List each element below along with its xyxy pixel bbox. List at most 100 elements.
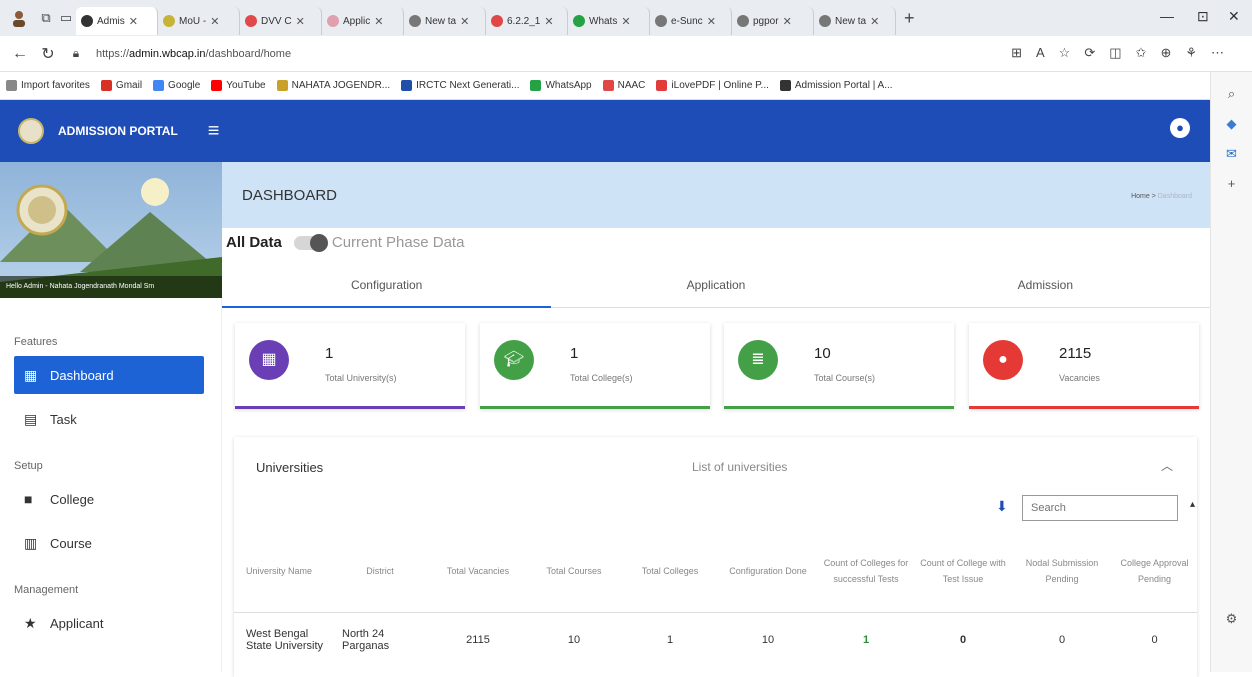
sidebar-item-course[interactable]: ▥ Course [14,524,204,562]
favorite-link[interactable]: NAHATA JOGENDR... [276,80,390,91]
app-header: ADMISSION PORTAL ≡ ● [0,100,1210,162]
browser-tab[interactable]: 6.2.2_1 ✕ [486,7,568,35]
close-tab-icon[interactable]: ✕ [544,15,553,28]
settings-icon[interactable]: ⚙ [1211,611,1252,627]
favorite-link[interactable]: Import favorites [6,80,90,91]
more-options-icon[interactable]: ⋯ [1211,45,1224,61]
browser-tab[interactable]: Applic ✕ [322,7,404,35]
copilot-icon[interactable]: ◆ [1211,116,1252,132]
favorites-icon[interactable]: ✩ [1136,45,1147,61]
browser-tab[interactable]: New ta ✕ [404,7,486,35]
restore-icon[interactable]: ⊡ [1197,8,1209,25]
favorite-link[interactable]: NAAC [602,80,646,91]
close-tab-icon[interactable]: ✕ [374,15,383,28]
split-screen-icon[interactable]: ◫ [1109,45,1121,61]
tab-label: DVV C [261,15,292,27]
college-icon: ■ [24,491,33,507]
close-window-icon[interactable]: ✕ [1228,8,1240,25]
favorite-label: NAAC [617,80,646,91]
tab-admission[interactable]: Admission [881,262,1210,307]
collections-icon[interactable]: ⊕ [1160,45,1171,61]
phase-toggle-switch[interactable] [293,233,328,252]
universities-panel: Universities List of universities ︿ ⬇ ▴ … [234,437,1197,677]
favorite-link[interactable]: WhatsApp [530,80,592,91]
favorite-link[interactable]: Google [153,80,200,91]
sidebar-section-title: Features [14,336,58,348]
list-icon: ≣ [738,340,778,380]
search-input[interactable] [1022,495,1178,521]
tab-label: e-Sunc [671,15,703,27]
task-icon: ▤ [24,410,38,427]
profile-extension-icon[interactable]: ⚘ [1185,45,1197,61]
browser-tab[interactable]: Whats ✕ [568,7,650,35]
column-header[interactable]: University Name [234,530,330,613]
back-icon[interactable]: ← [6,45,34,63]
chevron-up-icon[interactable]: ︿ [1161,457,1173,474]
account-circle-icon[interactable]: ● [1170,118,1190,138]
close-tab-icon[interactable]: ✕ [210,15,219,28]
favorite-link[interactable]: Admission Portal | A... [779,80,893,91]
column-header[interactable]: Count of College with Test Issue [914,530,1012,613]
close-tab-icon[interactable]: ✕ [129,15,138,28]
sidebar-item-applicant[interactable]: ★ Applicant [14,604,204,642]
minimize-icon[interactable]: — [1160,8,1174,24]
breadcrumb-home[interactable]: Home [1131,193,1150,200]
outlook-icon[interactable]: ✉ [1211,146,1252,162]
profile-icon[interactable] [6,5,32,31]
app-available-icon[interactable]: ⊞ [1011,45,1022,61]
read-aloud-icon[interactable]: A [1036,45,1045,61]
column-header[interactable]: Count of Colleges for successful Tests [818,530,914,613]
close-tab-icon[interactable]: ✕ [460,15,469,28]
page-title: DASHBOARD [242,187,338,204]
stat-card-universities: ▦ 1 Total University(s) [235,323,465,409]
tab-label: MoU - [179,15,207,27]
close-tab-icon[interactable]: ✕ [707,15,716,28]
tab-actions-icon[interactable]: ▭ [56,10,76,26]
sidebar-item-dashboard[interactable]: ▦ Dashboard [14,356,204,394]
tab-configuration[interactable]: Configuration [222,262,552,308]
column-header[interactable]: Total Courses [526,530,622,613]
column-header[interactable]: District [330,530,430,613]
close-tab-icon[interactable]: ✕ [621,15,630,28]
breadcrumb-current: Dashboard [1157,193,1192,200]
browser-tab[interactable]: Admis ✕ [76,7,158,35]
column-header[interactable]: Total Colleges [622,530,718,613]
tab-application[interactable]: Application [551,262,880,307]
workspaces-icon[interactable]: ⧉ [36,10,56,26]
search-icon[interactable]: ⌕ [1211,86,1252,102]
column-header[interactable]: College Approval Pending [1112,530,1197,613]
stat-label: Total Course(s) [814,373,876,383]
refresh-icon[interactable]: ↻ [34,44,62,64]
favorite-link[interactable]: YouTube [211,80,266,91]
add-icon[interactable]: + [1211,176,1252,191]
sidebar-item-task[interactable]: ▤ Task [14,400,204,438]
close-tab-icon[interactable]: ✕ [296,15,305,28]
browser-tab[interactable]: DVV C ✕ [240,7,322,35]
sidebar-item-college[interactable]: ■ College [14,480,204,518]
favorite-link[interactable]: iLovePDF | Online P... [656,80,769,91]
url-field[interactable]: https://admin.wbcap.in/dashboard/home [96,48,291,60]
close-tab-icon[interactable]: ✕ [870,15,879,28]
column-header[interactable]: Nodal Submission Pending [1012,530,1112,613]
browser-tab[interactable]: e-Sunc ✕ [650,7,732,35]
table-row[interactable]: West Bengal State University North 24 Par… [234,612,1197,668]
table-cell: 1 [862,634,870,647]
sort-icon[interactable]: ▴ [1190,499,1195,510]
column-header[interactable]: Total Vacancies [430,530,526,613]
tab-favicon [163,15,175,27]
new-tab-button[interactable]: + [904,8,915,29]
browser-tab[interactable]: MoU - ✕ [158,7,240,35]
favorite-favicon [401,80,413,91]
column-header[interactable]: Configuration Done [718,530,818,613]
favorite-link[interactable]: IRCTC Next Generati... [401,80,519,91]
close-tab-icon[interactable]: ✕ [783,15,792,28]
favorite-link[interactable]: Gmail [100,80,142,91]
table-header-row: University Name District Total Vacancies To… [234,530,1197,613]
browser-tab[interactable]: pgpor ✕ [732,7,814,35]
favorite-star-icon[interactable]: ☆ [1059,45,1071,61]
extensions-icon[interactable]: ⟳ [1084,45,1095,61]
favorite-label: IRCTC Next Generati... [416,80,520,91]
download-icon[interactable]: ⬇ [996,498,1008,515]
hamburger-icon[interactable]: ≡ [208,120,220,143]
browser-tab[interactable]: New ta ✕ [814,7,896,35]
